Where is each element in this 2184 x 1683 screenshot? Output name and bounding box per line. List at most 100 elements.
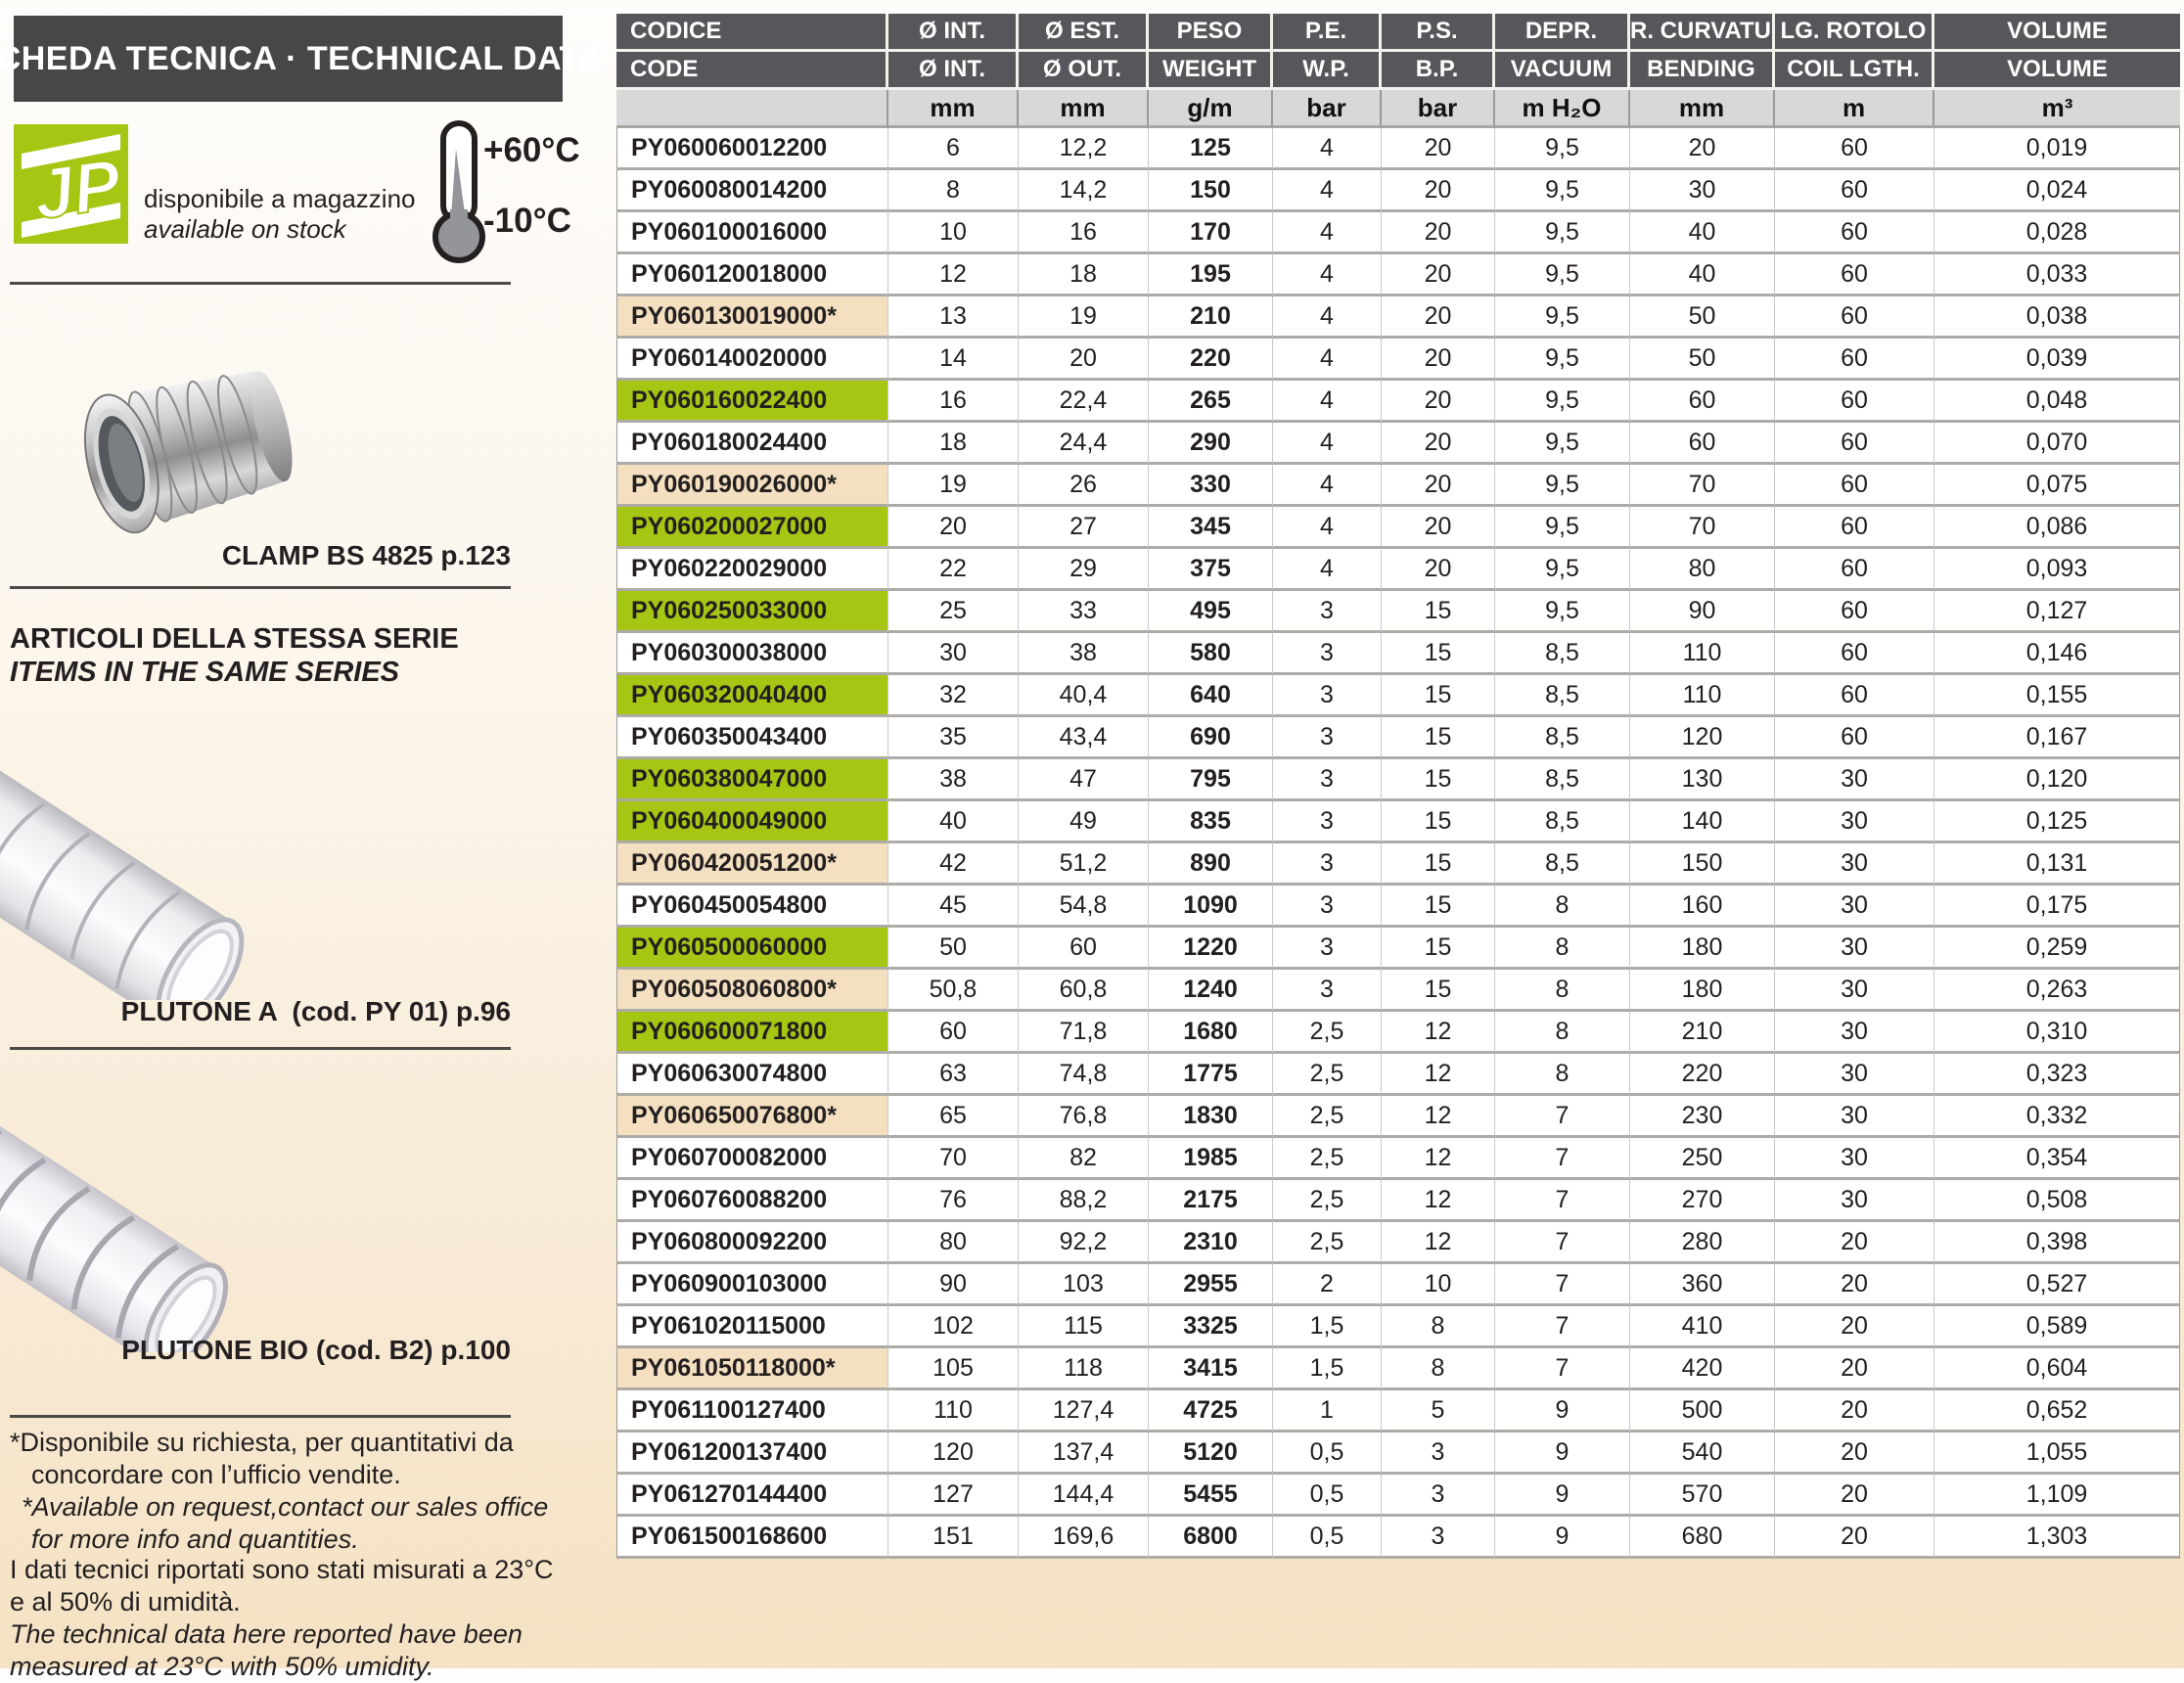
cell-d-int: 20 <box>888 507 1019 549</box>
cell-ps: 15 <box>1382 843 1495 886</box>
table-row: PY060190026000* 19 26 330 4 20 9,5 70 60 0,075 <box>616 465 2180 507</box>
cell-peso: 795 <box>1149 759 1273 801</box>
footnote-measure-it-line2: e al 50% di umidità. <box>10 1587 241 1616</box>
cell-peso: 890 <box>1149 843 1273 886</box>
cell-d-int: 76 <box>888 1180 1019 1222</box>
cell-code: PY060200027000 <box>616 507 888 549</box>
cell-peso: 150 <box>1149 170 1273 212</box>
cell-peso: 835 <box>1149 801 1273 843</box>
cell-rotolo: 20 <box>1775 1390 1934 1433</box>
cell-rotolo: 60 <box>1775 675 1934 717</box>
cell-ps: 20 <box>1382 549 1495 591</box>
cell-volume: 0,652 <box>1934 1390 2180 1433</box>
cell-peso: 1220 <box>1149 928 1273 970</box>
cell-curvatura: 280 <box>1630 1222 1775 1264</box>
divider <box>10 282 511 285</box>
cell-curvatura: 60 <box>1630 381 1775 423</box>
cell-volume: 0,033 <box>1934 254 2180 296</box>
cell-d-int: 19 <box>888 465 1019 507</box>
cell-ps: 12 <box>1382 1054 1495 1096</box>
unit-cell: m H₂O <box>1495 90 1630 128</box>
cell-depr: 7 <box>1495 1264 1630 1306</box>
table-row: PY060100016000 10 16 170 4 20 9,5 40 60 0,028 <box>616 212 2180 254</box>
cell-d-int: 8 <box>888 170 1019 212</box>
cell-rotolo: 20 <box>1775 1222 1934 1264</box>
cell-code: PY060160022400 <box>616 381 888 423</box>
cell-d-int: 42 <box>888 843 1019 886</box>
cell-depr: 9,5 <box>1495 296 1630 339</box>
cell-depr: 9,5 <box>1495 507 1630 549</box>
cell-d-est: 60,8 <box>1019 970 1149 1012</box>
cell-code: PY060300038000 <box>616 633 888 675</box>
unit-cell: m³ <box>1934 90 2180 128</box>
cell-volume: 0,070 <box>1934 423 2180 465</box>
cell-rotolo: 60 <box>1775 423 1934 465</box>
cell-depr: 9 <box>1495 1433 1630 1475</box>
cell-pe: 2,5 <box>1273 1222 1382 1264</box>
cell-code: PY060220029000 <box>616 549 888 591</box>
cell-d-int: 45 <box>888 886 1019 928</box>
cell-ps: 15 <box>1382 759 1495 801</box>
cell-code: PY061200137400 <box>616 1433 888 1475</box>
header-cell-it: Ø INT. <box>888 14 1019 52</box>
cell-code: PY060500060000 <box>616 928 888 970</box>
cell-peso: 330 <box>1149 465 1273 507</box>
table-row: PY060180024400 18 24,4 290 4 20 9,5 60 60 0,070 <box>616 423 2180 465</box>
hose-plutone-bio-image <box>0 1059 284 1371</box>
cell-d-int: 50 <box>888 928 1019 970</box>
cell-curvatura: 210 <box>1630 1012 1775 1054</box>
cell-d-int: 30 <box>888 633 1019 675</box>
cell-ps: 15 <box>1382 633 1495 675</box>
cell-rotolo: 60 <box>1775 170 1934 212</box>
svg-text:JP: JP <box>29 145 126 235</box>
cell-ps: 20 <box>1382 381 1495 423</box>
cell-peso: 3415 <box>1149 1348 1273 1390</box>
cell-depr: 8 <box>1495 1012 1630 1054</box>
cell-volume: 0,175 <box>1934 886 2180 928</box>
cell-peso: 125 <box>1149 128 1273 170</box>
divider <box>10 586 511 589</box>
cell-code: PY060060012200 <box>616 128 888 170</box>
cell-peso: 6800 <box>1149 1517 1273 1559</box>
cell-peso: 640 <box>1149 675 1273 717</box>
header-cell-en: Ø OUT. <box>1019 52 1149 90</box>
cell-d-int: 12 <box>888 254 1019 296</box>
cell-code: PY061050118000* <box>616 1348 888 1390</box>
cell-peso: 2175 <box>1149 1180 1273 1222</box>
cell-d-int: 127 <box>888 1475 1019 1517</box>
cell-rotolo: 60 <box>1775 717 1934 759</box>
cell-peso: 5455 <box>1149 1475 1273 1517</box>
clamp-caption: CLAMP BS 4825 p.123 <box>221 540 511 570</box>
table-row: PY060600071800 60 71,8 1680 2,5 12 8 210 30 0,310 <box>616 1012 2180 1054</box>
temperature-min: -10°C <box>483 202 571 240</box>
cell-depr: 9 <box>1495 1390 1630 1433</box>
cell-ps: 15 <box>1382 591 1495 633</box>
cell-peso: 170 <box>1149 212 1273 254</box>
cell-curvatura: 180 <box>1630 970 1775 1012</box>
cell-pe: 3 <box>1273 970 1382 1012</box>
cell-d-int: 32 <box>888 675 1019 717</box>
footnote-measure-en-line1: The technical data here reported have be… <box>10 1619 523 1649</box>
cell-curvatura: 270 <box>1630 1180 1775 1222</box>
cell-rotolo: 20 <box>1775 1433 1934 1475</box>
cell-pe: 2,5 <box>1273 1180 1382 1222</box>
cell-pe: 3 <box>1273 928 1382 970</box>
cell-pe: 3 <box>1273 591 1382 633</box>
cell-rotolo: 60 <box>1775 339 1934 381</box>
cell-volume: 0,028 <box>1934 212 2180 254</box>
cell-pe: 4 <box>1273 549 1382 591</box>
cell-depr: 8,5 <box>1495 759 1630 801</box>
table-row: PY060450054800 45 54,8 1090 3 15 8 160 30 0,175 <box>616 886 2180 928</box>
cell-d-est: 76,8 <box>1019 1096 1149 1138</box>
cell-rotolo: 20 <box>1775 1306 1934 1348</box>
cell-peso: 1090 <box>1149 886 1273 928</box>
unit-cell: mm <box>1019 90 1149 128</box>
cell-volume: 0,332 <box>1934 1096 2180 1138</box>
cell-d-int: 18 <box>888 423 1019 465</box>
cell-d-est: 40,4 <box>1019 675 1149 717</box>
cell-pe: 2,5 <box>1273 1096 1382 1138</box>
cell-volume: 0,086 <box>1934 507 2180 549</box>
jp-logo-mark: JP <box>22 134 127 238</box>
cell-d-est: 127,4 <box>1019 1390 1149 1433</box>
header-cell-it: P.E. <box>1273 14 1382 52</box>
